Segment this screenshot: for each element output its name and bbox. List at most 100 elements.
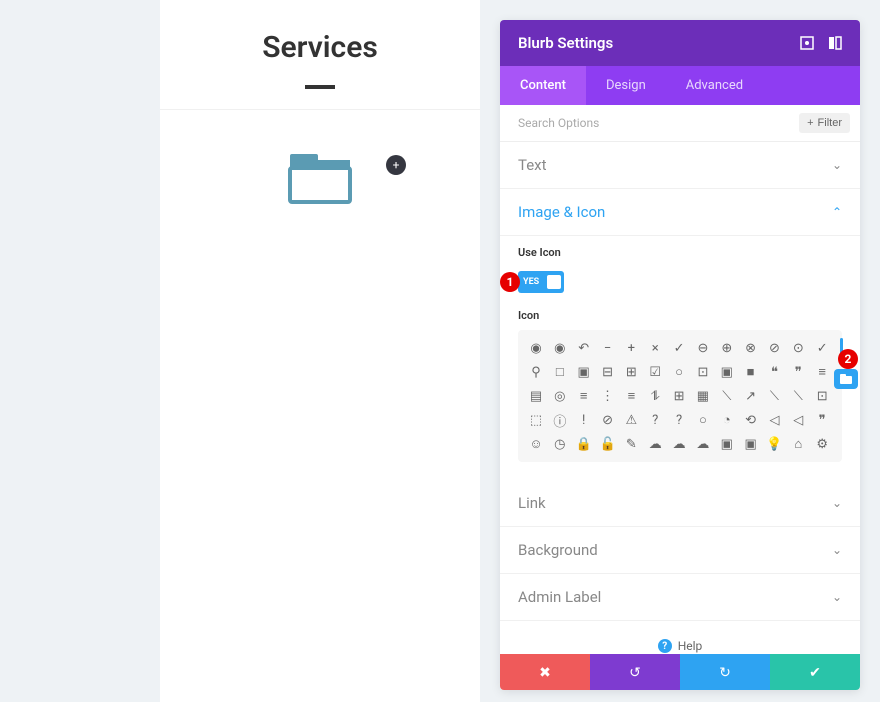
icon-option[interactable]: ⟍ [766,388,782,404]
icon-option[interactable]: ☺ [528,436,544,452]
selected-icon-badge[interactable] [834,369,858,389]
icon-option[interactable]: ■ [743,364,759,380]
icon-option[interactable]: ⊞ [671,388,687,404]
icon-option[interactable]: ≡ [623,388,639,404]
section-background[interactable]: Background ⌄ [500,527,860,574]
plus-icon: + [807,117,813,129]
undo-button[interactable]: ↺ [590,654,680,690]
icon-option[interactable]: ⊘ [766,340,782,356]
tab-content[interactable]: Content [500,66,586,105]
icon-option[interactable]: ⊗ [743,340,759,356]
icon-option[interactable]: ? [671,412,687,428]
icon-option[interactable]: ≡ [576,388,592,404]
section-admin-label-title: Admin Label [518,588,832,606]
icon-picker-grid[interactable]: ◉ ◉ ↶−+ × ✓ ⊖ ⊕ ⊗ ⊘ ⊙ ✓ ⚲ □ ▣ ⊟ ⊞ ☑ ○ ⊡ ▣ ■ ❝ ❞ ≡ ▤ ◎ ≡ ⋮ ≡ ⥮ ⊞ ▦ ⟍ ↗ ⟍ ⟍ ⊡ ⬚… [518,330,842,462]
icon-option[interactable]: ▤ [528,388,544,404]
icon-option[interactable]: ▣ [576,364,592,380]
use-icon-toggle[interactable]: YES [518,271,564,293]
section-text[interactable]: Text ⌄ [500,142,860,189]
icon-option[interactable]: ❞ [814,412,830,428]
blurb-module[interactable]: + [160,109,480,265]
icon-option[interactable]: 🔒 [576,436,592,452]
tab-design[interactable]: Design [586,66,666,105]
icon-option[interactable]: ⋮ [600,388,616,404]
snap-icon[interactable] [828,36,842,50]
icon-option[interactable]: ≡ [814,364,830,380]
icon-option[interactable]: ⊕ [719,340,735,356]
icon-option[interactable]: ◁ [790,412,806,428]
search-input[interactable]: Search Options [518,116,799,130]
icon-option[interactable]: ⊙ [790,340,806,356]
icon-option[interactable]: ❝ [766,364,782,380]
icon-option[interactable]: ⊞ [623,364,639,380]
icon-option[interactable]: ◔ [719,412,735,428]
chevron-up-icon: ⌃ [832,205,842,219]
preview-header: Services [160,0,480,109]
add-module-button[interactable]: + [386,155,406,175]
icon-option[interactable]: 💡 [766,436,782,452]
close-icon: ✖ [539,664,551,681]
icon-option[interactable]: ▣ [719,364,735,380]
icon-option[interactable]: ⌂ [790,436,806,452]
icon-option[interactable]: ⥮ [647,388,663,404]
icon-option[interactable]: ❞ [790,364,806,380]
icon-option[interactable]: ⟍ [719,388,735,404]
icon-option[interactable]: ☁ [647,436,663,452]
icon-option[interactable]: ✎ [623,436,639,452]
tab-advanced[interactable]: Advanced [666,66,763,105]
section-link-title: Link [518,494,832,512]
icon-option[interactable]: ▣ [743,436,759,452]
icon-field-label: Icon [518,309,842,322]
icon-option[interactable]: ◷ [552,436,568,452]
icon-option[interactable]: ◁ [766,412,782,428]
icon-option[interactable]: ↶ [576,340,592,356]
icon-option[interactable]: ⊡ [695,364,711,380]
icon-option[interactable]: □ [552,364,568,380]
icon-option[interactable]: ! [576,412,592,428]
icon-option[interactable]: ⚙ [814,436,830,452]
help-icon: ? [658,639,672,653]
icon-option[interactable]: ⊘ [600,412,616,428]
icon-option[interactable]: ⬚ [528,412,544,428]
icon-option[interactable]: ▦ [695,388,711,404]
expand-icon[interactable] [800,36,814,50]
icon-option[interactable]: 🔓 [600,436,616,452]
icon-option[interactable]: ▣ [719,436,735,452]
icon-option[interactable]: − [600,340,616,356]
help-row[interactable]: ? Help [500,621,860,654]
icon-option[interactable]: ◉ [528,340,544,356]
save-button[interactable]: ✔ [770,654,860,690]
icon-option[interactable]: ◉ [552,340,568,356]
icon-option[interactable]: ☑ [647,364,663,380]
chevron-down-icon: ⌄ [832,496,842,510]
icon-option[interactable]: + [623,340,639,356]
icon-option[interactable]: ⊟ [600,364,616,380]
icon-option[interactable]: ○ [671,364,687,380]
redo-button[interactable]: ↻ [680,654,770,690]
icon-option[interactable]: ? [647,412,663,428]
icon-option[interactable]: ☁ [695,436,711,452]
icon-option[interactable]: ◎ [552,388,568,404]
cancel-button[interactable]: ✖ [500,654,590,690]
section-image-icon[interactable]: Image & Icon ⌃ [500,189,860,236]
icon-option[interactable]: ↗ [743,388,759,404]
icon-option[interactable]: ⚲ [528,364,544,380]
icon-option[interactable]: ⟍ [790,388,806,404]
panel-title: Blurb Settings [518,34,613,52]
check-icon: ✔ [809,664,821,681]
icon-option[interactable]: ☁ [671,436,687,452]
icon-option[interactable]: × [647,340,663,356]
section-link[interactable]: Link ⌄ [500,480,860,527]
icon-option[interactable]: ⓘ [552,412,568,428]
section-image-icon-body: Use Icon 1 YES Icon ◉◉↶−+×✓⊖⊕⊗⊘⊙✓⚲□▣⊟⊞☑○… [500,236,860,480]
filter-button[interactable]: + Filter [799,113,850,133]
icon-option[interactable]: ✓ [671,340,687,356]
preview-panel: Services + [160,0,480,702]
icon-option[interactable]: ✓ [814,340,830,356]
icon-option[interactable]: ⟲ [743,412,759,428]
section-admin-label[interactable]: Admin Label ⌄ [500,574,860,621]
icon-option[interactable]: ⚠ [623,412,639,428]
icon-option[interactable]: ○ [695,412,711,428]
icon-option[interactable]: ⊡ [814,388,830,404]
icon-option[interactable]: ⊖ [695,340,711,356]
